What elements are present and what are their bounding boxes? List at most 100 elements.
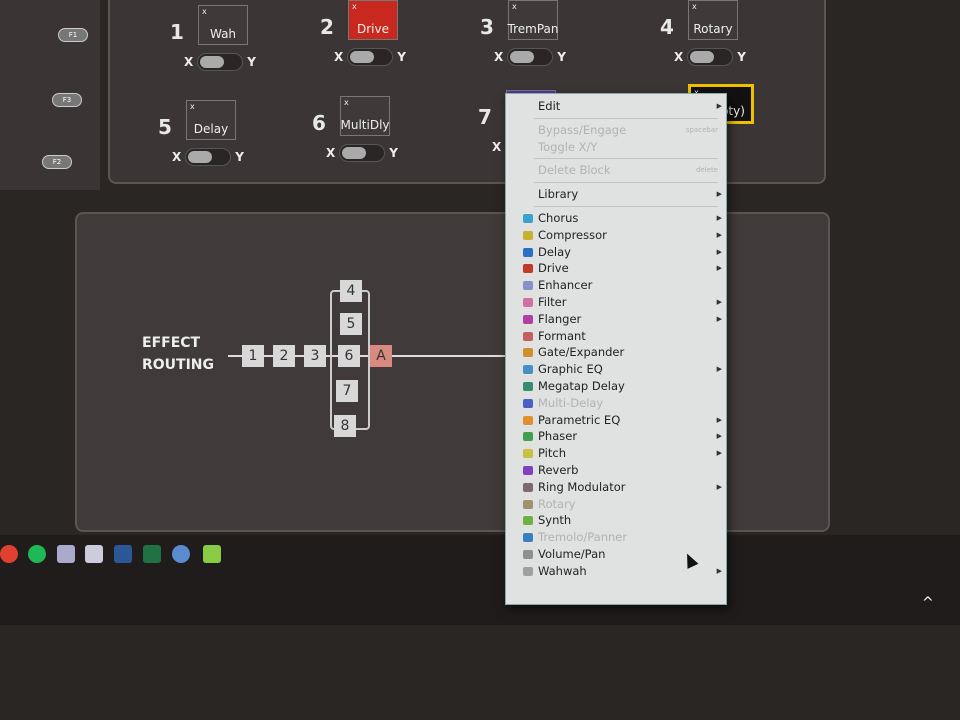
settings-icon[interactable] bbox=[172, 545, 190, 563]
menu-effect-delay[interactable]: Delay ▶ bbox=[506, 244, 726, 261]
chrome-icon[interactable] bbox=[0, 545, 18, 563]
menu-effect-flanger[interactable]: Flanger ▶ bbox=[506, 311, 726, 328]
y-label: Y bbox=[389, 146, 398, 160]
submenu-arrow-icon: ▶ bbox=[716, 415, 722, 424]
file-icon[interactable] bbox=[57, 545, 75, 563]
x-label: X bbox=[494, 50, 504, 64]
block-number: 3 bbox=[480, 15, 494, 39]
route-block-2[interactable]: 2 bbox=[273, 345, 295, 367]
route-block-3[interactable]: 3 bbox=[304, 345, 326, 367]
effect-block-2[interactable]: x Drive bbox=[348, 0, 398, 40]
menu-effect-enhancer[interactable]: Enhancer bbox=[506, 277, 726, 294]
close-icon[interactable]: x bbox=[190, 102, 195, 111]
effect-icon bbox=[523, 566, 533, 576]
xy-toggle[interactable]: XY bbox=[326, 144, 398, 162]
block-label: Rotary bbox=[693, 22, 733, 36]
tray-chevron-icon[interactable]: ^ bbox=[922, 595, 934, 611]
xy-toggle[interactable]: XY bbox=[494, 48, 566, 66]
notepad-icon[interactable] bbox=[85, 545, 103, 563]
effect-icon bbox=[523, 465, 533, 475]
close-icon[interactable]: x bbox=[202, 7, 207, 16]
menu-effect-gate-expander[interactable]: Gate/Expander bbox=[506, 344, 726, 361]
pen-icon[interactable] bbox=[203, 545, 221, 563]
effect-block-6[interactable]: x MultiDly bbox=[340, 96, 390, 136]
block-number: 6 bbox=[312, 111, 326, 135]
close-icon[interactable]: x bbox=[512, 2, 517, 11]
effect-icon bbox=[523, 432, 533, 442]
menu-effect-chorus[interactable]: Chorus ▶ bbox=[506, 210, 726, 227]
effect-block-3[interactable]: x TremPan bbox=[508, 0, 558, 40]
menu-edit[interactable]: Edit ▶ bbox=[506, 98, 726, 115]
close-icon[interactable]: x bbox=[692, 2, 697, 11]
xy-switch[interactable] bbox=[687, 48, 734, 66]
route-block-7[interactable]: 7 bbox=[336, 380, 358, 402]
y-label: Y bbox=[737, 50, 746, 64]
effect-icon bbox=[523, 247, 533, 257]
x-label: X bbox=[326, 146, 336, 160]
taskbar: ^ bbox=[0, 535, 960, 625]
y-label: Y bbox=[247, 55, 256, 69]
effect-icon bbox=[523, 213, 533, 223]
effect-icon bbox=[523, 415, 533, 425]
menu-effect-graphic-eq[interactable]: Graphic EQ ▶ bbox=[506, 361, 726, 378]
menu-effect-reverb[interactable]: Reverb bbox=[506, 462, 726, 479]
effect-block-4[interactable]: x Rotary bbox=[688, 0, 738, 40]
effect-icon bbox=[523, 365, 533, 375]
menu-effect-filter[interactable]: Filter ▶ bbox=[506, 294, 726, 311]
menu-effect-formant[interactable]: Formant bbox=[506, 328, 726, 345]
submenu-arrow-icon: ▶ bbox=[716, 449, 722, 458]
submenu-arrow-icon: ▶ bbox=[716, 230, 722, 239]
xy-switch[interactable] bbox=[197, 53, 244, 71]
menu-effect-compressor[interactable]: Compressor ▶ bbox=[506, 227, 726, 244]
xy-switch[interactable] bbox=[507, 48, 554, 66]
effect-icon bbox=[523, 482, 533, 492]
menu-effect-synth[interactable]: Synth bbox=[506, 512, 726, 529]
effect-icon bbox=[523, 516, 533, 526]
menu-bypass: Bypass/Engage spacebar bbox=[538, 122, 718, 137]
route-block-1[interactable]: 1 bbox=[242, 345, 264, 367]
excel-icon[interactable] bbox=[143, 545, 161, 563]
menu-effect-pitch[interactable]: Pitch ▶ bbox=[506, 445, 726, 462]
xy-switch[interactable] bbox=[185, 148, 232, 166]
xy-switch[interactable] bbox=[347, 48, 394, 66]
effect-icon bbox=[523, 449, 533, 459]
menu-delete-block: Delete Block delete bbox=[538, 163, 718, 178]
spotify-icon[interactable] bbox=[28, 545, 46, 563]
menu-effect-tremolo-panner: Tremolo/Panner bbox=[506, 529, 726, 546]
menu-effect-ring-modulator[interactable]: Ring Modulator ▶ bbox=[506, 479, 726, 496]
submenu-arrow-icon: ▶ bbox=[716, 314, 722, 323]
xy-toggle[interactable]: XY bbox=[184, 53, 256, 71]
route-block-6[interactable]: 6 bbox=[338, 345, 360, 367]
route-block-5[interactable]: 5 bbox=[340, 313, 362, 335]
block-number: 7 bbox=[478, 105, 492, 129]
menu-effect-phaser[interactable]: Phaser ▶ bbox=[506, 428, 726, 445]
menu-effect-parametric-eq[interactable]: Parametric EQ ▶ bbox=[506, 412, 726, 429]
xy-switch[interactable] bbox=[339, 144, 386, 162]
submenu-arrow-icon: ▶ bbox=[716, 247, 722, 256]
effect-icon bbox=[523, 331, 533, 341]
xy-toggle[interactable]: XY bbox=[172, 148, 244, 166]
block-label: Wah bbox=[209, 27, 237, 41]
block-number: 1 bbox=[170, 20, 184, 44]
xy-toggle[interactable]: XY bbox=[674, 48, 746, 66]
footswitch-f2[interactable]: F2 bbox=[42, 155, 72, 169]
footswitch-f3[interactable]: F3 bbox=[52, 93, 82, 107]
menu-effect-drive[interactable]: Drive ▶ bbox=[506, 260, 726, 277]
routing-label: EFFECT ROUTING bbox=[142, 335, 215, 373]
block-label: Delay bbox=[193, 122, 229, 136]
effect-block-5[interactable]: x Delay bbox=[186, 100, 236, 140]
word-icon[interactable] bbox=[114, 545, 132, 563]
route-block-4[interactable]: 4 bbox=[340, 280, 362, 302]
close-icon[interactable]: x bbox=[352, 2, 357, 11]
menu-library[interactable]: Library ▶ bbox=[506, 186, 726, 203]
submenu-arrow-icon: ▶ bbox=[716, 213, 722, 222]
route-block-8[interactable]: 8 bbox=[334, 415, 356, 437]
menu-effect-megatap-delay[interactable]: Megatap Delay bbox=[506, 378, 726, 395]
close-icon[interactable]: x bbox=[344, 98, 349, 107]
effect-icon bbox=[523, 348, 533, 358]
submenu-arrow-icon: ▶ bbox=[716, 365, 722, 374]
footswitch-f1[interactable]: F1 bbox=[58, 28, 88, 42]
xy-toggle[interactable]: XY bbox=[334, 48, 406, 66]
effect-block-1[interactable]: x Wah bbox=[198, 5, 248, 45]
output-a[interactable]: A bbox=[370, 345, 392, 367]
